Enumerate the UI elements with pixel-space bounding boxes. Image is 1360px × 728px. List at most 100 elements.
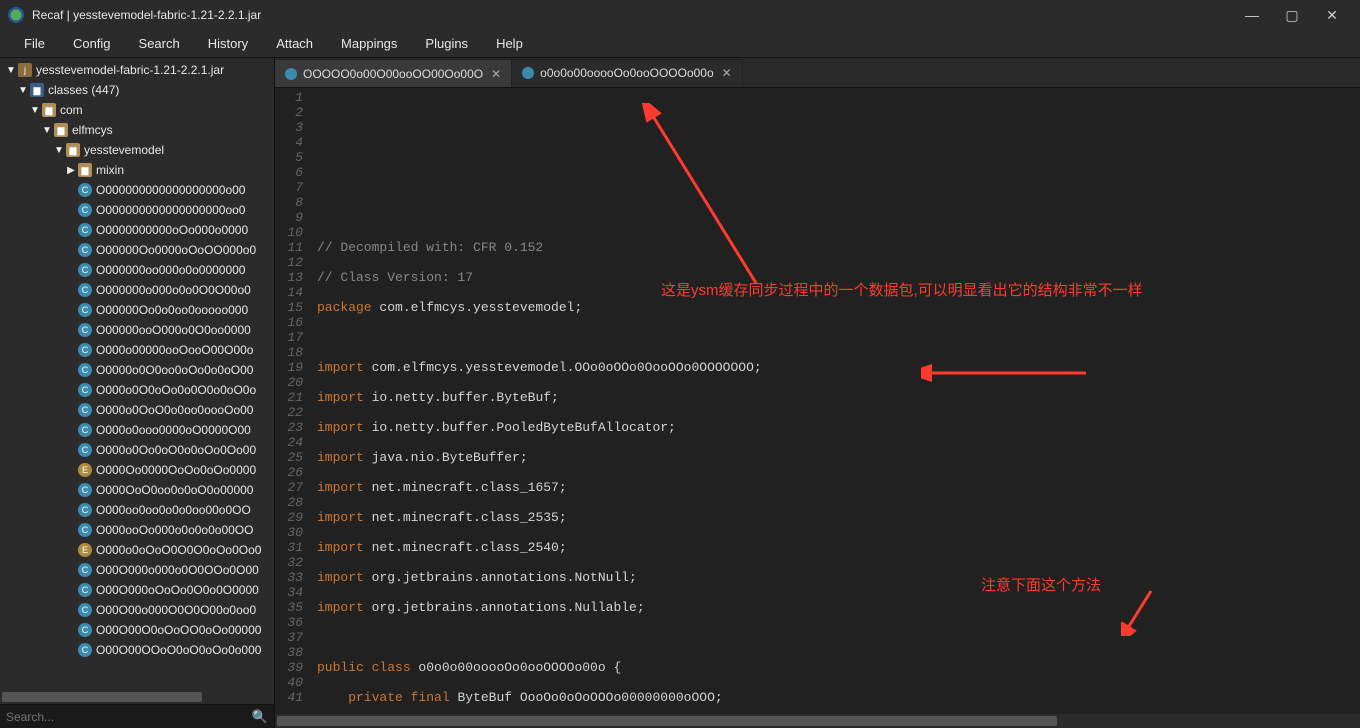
tab-close-icon[interactable]: ✕ (722, 66, 732, 80)
tree-label: com (60, 103, 83, 117)
tree-class-item[interactable]: EO000Oo0000OoOo0oOo0000 (0, 460, 274, 480)
code-area[interactable]: 1234567891011121314151617181920212223242… (275, 88, 1360, 714)
class-icon: C (78, 443, 92, 457)
menu-file[interactable]: File (10, 32, 59, 55)
tree-label: O000o0oOoO0O0O0oOo0Oo0 (96, 543, 261, 557)
tree-class-item[interactable]: CO00O000o000o0O0OOo0O00 (0, 560, 274, 580)
class-icon (285, 68, 297, 80)
tree-class-item[interactable]: CO00O00o000O0O0O00o0oo0 (0, 600, 274, 620)
tree[interactable]: ▼ j yesstevemodel-fabric-1.21-2.2.1.jar … (0, 58, 274, 690)
tree-class-item[interactable]: CO000000000000000000oo0 (0, 200, 274, 220)
tree-label: O00O00O0oOoOO0oOo00000 (96, 623, 261, 637)
tree-elfmcys[interactable]: ▼ ▆ elfmcys (0, 120, 274, 140)
menu-search[interactable]: Search (125, 32, 194, 55)
class-icon: C (78, 503, 92, 517)
tree-class-item[interactable]: C O00000Oo0o0oo0ooooo000 (0, 300, 274, 320)
code[interactable]: 这是ysm缓存同步过程中的一个数据包,可以明显看出它的结构非常不一样 注意下面这… (311, 88, 1360, 714)
gutter: 1234567891011121314151617181920212223242… (275, 88, 311, 714)
class-icon: C (78, 343, 92, 357)
tree-class-item[interactable]: CO000000o000o0o0O0O00o0 (0, 280, 274, 300)
sidebar-hscroll[interactable] (0, 690, 274, 704)
class-icon: C (78, 403, 92, 417)
tree-label: O00000ooO000o0O0oo0000 (96, 323, 251, 337)
menu-attach[interactable]: Attach (262, 32, 327, 55)
tree-class-item[interactable]: CO00O000oOoOo0O0o0O0000 (0, 580, 274, 600)
expand-icon[interactable]: ▼ (6, 65, 16, 76)
tree-class-item[interactable]: CO00O00OOoO0oO0oOo0o000 (0, 640, 274, 660)
tree-class-item[interactable]: CO00000ooO000o0O0oo0000 (0, 320, 274, 340)
menu-plugins[interactable]: Plugins (411, 32, 482, 55)
class-icon: C (78, 363, 92, 377)
tree-classes[interactable]: ▼ ▆ classes (447) (0, 80, 274, 100)
tree-class-item[interactable]: C O000o0Oo0oO0o0oOo0Oo00 (0, 440, 274, 460)
maximize-button[interactable]: ▢ (1272, 1, 1312, 29)
tree-label: O000Oo0000OoOo0oOo0000 (96, 463, 256, 477)
package-icon: ▆ (66, 143, 80, 157)
package-icon: ▆ (42, 103, 56, 117)
class-icon: C (78, 223, 92, 237)
tree-class-item[interactable]: CO00000Oo0000oOoOO000o0 (0, 240, 274, 260)
tab-label: OOOOO0o00O00ooOO00Oo00O (303, 67, 483, 81)
tree-label: O000OoO0oo0o0oO0o00000 (96, 483, 253, 497)
tree-class-item[interactable]: CO00O00O0oOoOO0oOo00000 (0, 620, 274, 640)
minimize-button[interactable]: — (1232, 1, 1272, 29)
editor: OOOOO0o00O00ooOO00Oo00O ✕ o0o0o00ooooOo0… (275, 58, 1360, 728)
menu-mappings[interactable]: Mappings (327, 32, 411, 55)
menu-history[interactable]: History (194, 32, 262, 55)
class-icon (522, 67, 534, 79)
tree-class-item[interactable]: C O000oo0oo0o0o0oo00o0OO (0, 500, 274, 520)
tree-label: O000o00000ooOooO00O00o (96, 343, 253, 357)
tree-mixin[interactable]: ▶ ▆ mixin (0, 160, 274, 180)
tree-class-item[interactable]: C O000000000000000000o00 (0, 180, 274, 200)
expand-icon[interactable]: ▼ (54, 145, 64, 156)
tree-label: O00O000oOoOo0O0o0O0000 (96, 583, 259, 597)
tree-class-item[interactable]: CO000o0O0oOo0o0O0o0oO0o (0, 380, 274, 400)
class-icon: C (78, 643, 92, 657)
expand-icon[interactable]: ▼ (42, 125, 52, 136)
tab-1[interactable]: OOOOO0o00O00ooOO00Oo00O ✕ (275, 59, 512, 87)
expand-icon[interactable]: ▶ (66, 165, 76, 176)
menu-config[interactable]: Config (59, 32, 125, 55)
tree-yesstevemodel[interactable]: ▼ ▆ yesstevemodel (0, 140, 274, 160)
tree-label: classes (447) (48, 83, 119, 97)
class-icon: E (78, 543, 92, 557)
tree-label: O000o0Oo0oO0o0oOo0Oo00 (96, 443, 256, 457)
tree-label: O000000oo000o0o0000000 (96, 263, 245, 277)
search-icon[interactable]: 🔍 (252, 709, 268, 725)
tree-label: O0000o0O0oo0oOo0o0oO00 (96, 363, 253, 377)
close-button[interactable]: ✕ (1312, 1, 1352, 29)
class-icon: C (78, 183, 92, 197)
class-icon: C (78, 263, 92, 277)
tree-class-item[interactable]: C O000000oo000o0o0000000 (0, 260, 274, 280)
tree-class-item[interactable]: E O000o0oOoO0O0O0oOo0Oo0 (0, 540, 274, 560)
search-input[interactable] (6, 710, 248, 724)
tab-2[interactable]: o0o0o00ooooOo0ooOOOOo00o ✕ (512, 59, 743, 87)
tree-root[interactable]: ▼ j yesstevemodel-fabric-1.21-2.2.1.jar (0, 60, 274, 80)
tree-class-item[interactable]: CO0000000000oOo000o0000 (0, 220, 274, 240)
tree-label: O000o0O0oOo0o0O0o0oO0o (96, 383, 256, 397)
expand-icon[interactable]: ▼ (30, 105, 40, 116)
tree-class-item[interactable]: C O0000o0O0oo0oOo0o0oO00 (0, 360, 274, 380)
tree-label: O000000000000000000oo0 (96, 203, 245, 217)
package-icon: ▆ (78, 163, 92, 177)
tree-label: O000000000000000000o00 (96, 183, 245, 197)
tree-com[interactable]: ▼ ▆ com (0, 100, 274, 120)
tree-class-item[interactable]: CO000o0OoO0o0oo0oooOo00 (0, 400, 274, 420)
tree-class-item[interactable]: CO000ooOo000o0o0o0o00OO (0, 520, 274, 540)
tab-close-icon[interactable]: ✕ (491, 67, 501, 81)
tree-label: O00000Oo0o0oo0ooooo000 (96, 303, 248, 317)
menu-help[interactable]: Help (482, 32, 537, 55)
annotation-1: 这是ysm缓存同步过程中的一个数据包,可以明显看出它的结构非常不一样 (661, 283, 1143, 298)
tab-label: o0o0o00ooooOo0ooOOOOo00o (540, 66, 713, 80)
folder-icon: ▆ (30, 83, 44, 97)
tree-label: O000oo0oo0o0o0oo00o0OO (96, 503, 251, 517)
class-icon: C (78, 563, 92, 577)
tree-class-item[interactable]: C O000o00000ooOooO00O00o (0, 340, 274, 360)
tree-label: elfmcys (72, 123, 113, 137)
expand-icon[interactable]: ▼ (18, 85, 28, 96)
class-icon: C (78, 283, 92, 297)
editor-hscroll[interactable] (275, 714, 1360, 728)
tree-class-item[interactable]: CO000OoO0oo0o0oO0o00000 (0, 480, 274, 500)
tree-class-item[interactable]: CO000o0ooo0000oO0000O00 (0, 420, 274, 440)
class-icon: C (78, 303, 92, 317)
